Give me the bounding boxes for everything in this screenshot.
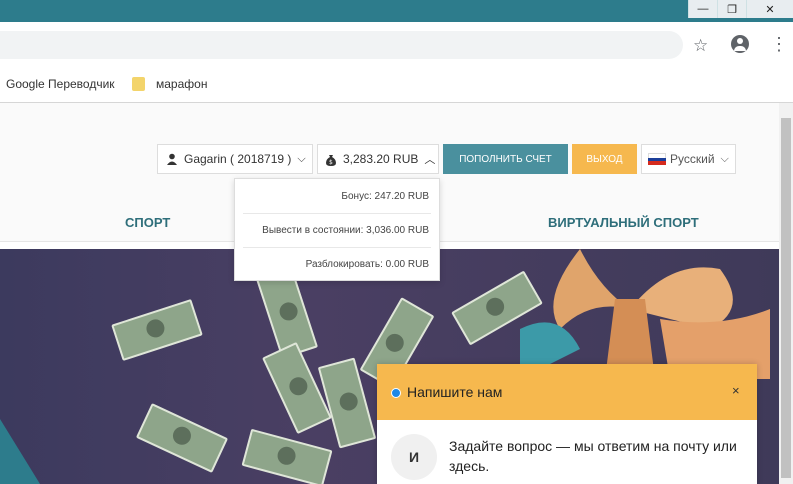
chat-title: Напишите нам	[407, 384, 503, 400]
user-label: Gagarin ( 2018719 )	[184, 152, 292, 166]
chevron-down-icon: ⌵	[297, 152, 306, 165]
browser-menu-icon[interactable]: ⋮	[770, 35, 788, 53]
withdrawable-value: Вывести в состоянии: 3,036.00 RUB	[262, 225, 429, 236]
banknote-image	[135, 403, 229, 473]
chat-header[interactable]: Напишите нам ×	[377, 364, 757, 420]
balance-button[interactable]: $ 3,283.20 RUB ︿	[317, 144, 439, 174]
banknote-image	[241, 428, 333, 484]
user-account-button[interactable]: Gagarin ( 2018719 ) ⌵	[157, 144, 313, 174]
money-bag-icon: $	[326, 154, 336, 166]
bookmark-google-translate[interactable]: Google Переводчик	[6, 77, 115, 91]
online-status-icon	[391, 388, 401, 398]
nav-sport[interactable]: СПОРТ	[125, 215, 170, 230]
account-icon[interactable]	[731, 35, 749, 53]
chevron-up-icon: ︿	[424, 154, 436, 166]
chat-message: Задайте вопрос — мы ответим на почту или…	[449, 438, 737, 474]
restore-button[interactable]: ❐	[717, 0, 746, 18]
address-bar[interactable]	[0, 31, 683, 59]
unlock-value: Разблокировать: 0.00 RUB	[305, 259, 429, 270]
bookmark-marathon[interactable]: марафон	[156, 77, 207, 91]
language-label: Русский	[670, 152, 715, 166]
logout-button[interactable]: ВЫХОД	[572, 144, 637, 174]
balance-dropdown: Бонус: 247.20 RUB Вывести в состоянии: 3…	[234, 178, 440, 281]
user-icon	[167, 153, 177, 165]
bookmarks-bar: Google Переводчик марафон	[0, 66, 793, 103]
browser-toolbar: ☆ ⋮	[0, 22, 793, 66]
svg-text:$: $	[329, 159, 333, 166]
window-controls: — ❐ ✕	[688, 0, 793, 18]
close-icon[interactable]: ×	[732, 383, 740, 398]
balance-label: 3,283.20 RUB	[343, 152, 419, 166]
avatar: И	[391, 434, 437, 480]
gift-bow-image	[520, 249, 770, 379]
chevron-down-icon: ⌵	[720, 152, 729, 165]
russia-flag-icon	[648, 153, 666, 166]
banknote-image	[111, 298, 203, 362]
bookmark-star-icon[interactable]: ☆	[693, 36, 708, 56]
banner-decor-triangle	[0, 419, 40, 484]
scrollbar-thumb[interactable]	[781, 118, 791, 478]
folder-icon	[132, 77, 145, 91]
deposit-button[interactable]: ПОПОЛНИТЬ СЧЕТ	[443, 144, 568, 174]
language-select[interactable]: Русский ⌵	[641, 144, 736, 174]
banknote-image	[262, 341, 332, 435]
nav-virtual-sport[interactable]: ВИРТУАЛЬНЫЙ СПОРТ	[548, 215, 699, 230]
chat-widget[interactable]: Напишите нам × И Задайте вопрос — мы отв…	[377, 364, 757, 484]
close-window-button[interactable]: ✕	[746, 0, 793, 18]
window-titlebar: — ❐ ✕	[0, 0, 793, 22]
bonus-value: Бонус: 247.20 RUB	[341, 191, 429, 202]
minimize-button[interactable]: —	[688, 0, 717, 18]
